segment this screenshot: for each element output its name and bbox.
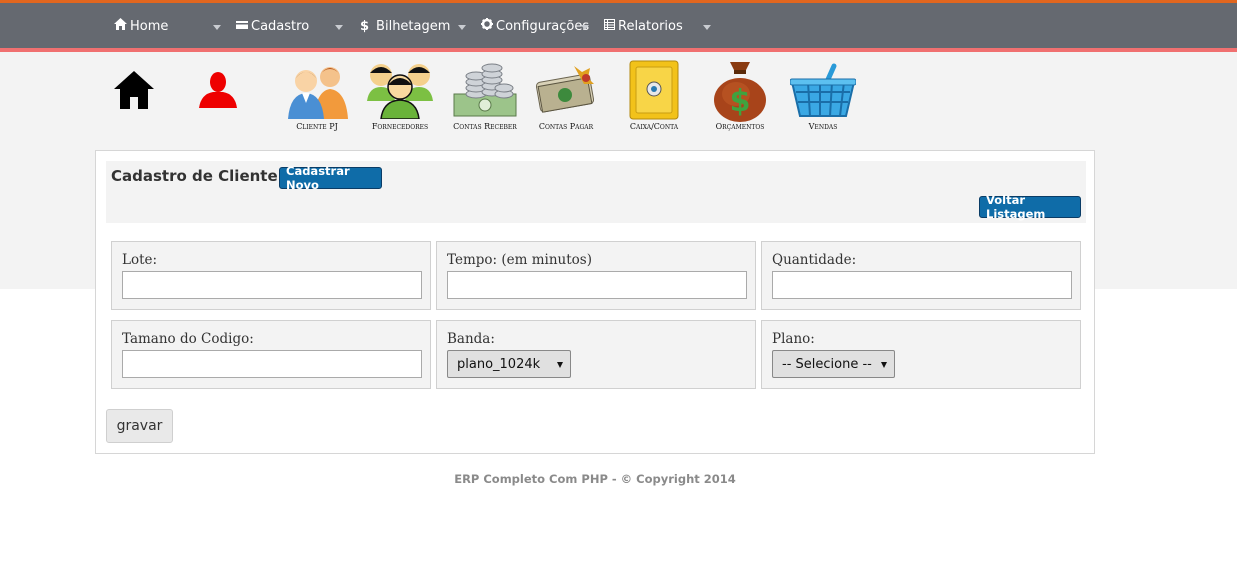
banda-select[interactable]: plano_1024k bbox=[447, 350, 571, 378]
nav-relatorios-label: Relatorios bbox=[618, 18, 683, 34]
nav-cadastro-label: Cadastro bbox=[251, 18, 310, 34]
shortcut-user[interactable] bbox=[178, 58, 258, 122]
lote-input[interactable] bbox=[122, 271, 422, 299]
field-plano: Plano: -- Selecione -- bbox=[761, 320, 1081, 389]
shortcut-contas-receber-label: Contas Receber bbox=[453, 122, 517, 131]
shortcut-caixa-conta-label: Caixa/Conta bbox=[629, 122, 679, 131]
shortcut-cliente-pj-label: Cliente PJ bbox=[296, 122, 338, 131]
shortcut-home[interactable] bbox=[94, 58, 174, 122]
tamanho-codigo-input[interactable] bbox=[122, 350, 422, 378]
banda-selected-value: plano_1024k bbox=[457, 356, 541, 372]
nav-home-label: Home bbox=[130, 18, 169, 34]
dollar-icon: $ bbox=[360, 18, 370, 34]
shortcut-fornecedores-label: Fornecedores bbox=[371, 122, 429, 131]
lote-label: Lote: bbox=[122, 252, 158, 268]
chevron-down-icon[interactable] bbox=[458, 25, 466, 30]
form-panel: Cadastro de Cliente: Cadastrar Novo Volt… bbox=[95, 150, 1095, 454]
field-tamanho-codigo: Tamano do Codigo: bbox=[111, 320, 431, 389]
quantidade-label: Quantidade: bbox=[772, 252, 857, 268]
tamanho-codigo-label: Tamano do Codigo: bbox=[122, 331, 254, 347]
chevron-down-icon[interactable] bbox=[335, 25, 343, 30]
gravar-button[interactable]: gravar bbox=[106, 409, 173, 443]
card-icon bbox=[236, 19, 248, 34]
suppliers-icon bbox=[360, 58, 440, 122]
coins-icon bbox=[445, 58, 525, 122]
shortcut-contas-receber[interactable]: Contas Receber bbox=[445, 58, 525, 131]
tempo-input[interactable] bbox=[447, 271, 747, 299]
nav-cadastro[interactable]: Cadastro bbox=[236, 16, 309, 36]
svg-text:$: $ bbox=[730, 84, 751, 119]
shortcut-orcamentos[interactable]: $ Orçamentos bbox=[700, 58, 780, 131]
shortcut-contas-pagar[interactable]: Contas Pagar bbox=[526, 58, 606, 131]
shortcut-fornecedores[interactable]: Fornecedores bbox=[360, 58, 440, 131]
money-bag-icon: $ bbox=[700, 58, 780, 122]
nav-relatorios[interactable]: Relatorios bbox=[604, 16, 683, 36]
cadastrar-novo-button[interactable]: Cadastrar Novo bbox=[279, 164, 382, 192]
footer-copyright: ERP Completo Com PHP - © Copyright 2014 bbox=[454, 472, 736, 486]
quantidade-input[interactable] bbox=[772, 271, 1072, 299]
clients-icon bbox=[277, 58, 357, 122]
nav-configuracoes[interactable]: Configurações bbox=[481, 16, 589, 36]
basket-icon bbox=[783, 58, 863, 122]
banda-label: Banda: bbox=[447, 331, 495, 347]
home-icon bbox=[94, 58, 174, 122]
dropdown-arrow-icon bbox=[557, 362, 563, 368]
chevron-down-icon[interactable] bbox=[581, 25, 589, 30]
gear-icon bbox=[481, 18, 493, 34]
shortcut-orcamentos-label: Orçamentos bbox=[715, 122, 765, 131]
tempo-label: Tempo: (em minutos) bbox=[447, 252, 592, 268]
shortcut-vendas-label: Vendas bbox=[808, 122, 838, 131]
shortcut-contas-pagar-label: Contas Pagar bbox=[538, 122, 594, 131]
shortcut-cliente-pj[interactable]: Cliente PJ bbox=[277, 58, 357, 131]
cash-icon bbox=[526, 58, 606, 122]
user-icon bbox=[178, 58, 258, 122]
chevron-down-icon[interactable] bbox=[213, 25, 221, 30]
dropdown-arrow-icon bbox=[881, 362, 887, 368]
safe-icon bbox=[614, 58, 694, 122]
shortcut-vendas[interactable]: Vendas bbox=[783, 58, 863, 131]
field-tempo: Tempo: (em minutos) bbox=[436, 241, 756, 310]
nav-bilhetagem[interactable]: $ Bilhetagem bbox=[360, 16, 450, 36]
nav-bilhetagem-label: Bilhetagem bbox=[376, 18, 451, 34]
field-quantidade: Quantidade: bbox=[761, 241, 1081, 310]
form-header: Cadastro de Cliente: Cadastrar Novo Volt… bbox=[106, 161, 1086, 223]
page-title: Cadastro de Cliente: bbox=[111, 167, 284, 185]
voltar-listagem-button[interactable]: Voltar Listagem bbox=[979, 193, 1081, 221]
chevron-down-icon[interactable] bbox=[703, 25, 711, 30]
plano-select[interactable]: -- Selecione -- bbox=[772, 350, 895, 378]
table-icon bbox=[604, 18, 615, 34]
nav-home[interactable]: Home bbox=[114, 16, 168, 36]
field-lote: Lote: bbox=[111, 241, 431, 310]
nav-configuracoes-label: Configurações bbox=[496, 18, 590, 34]
home-icon bbox=[114, 18, 127, 34]
plano-label: Plano: bbox=[772, 331, 815, 347]
top-navbar: Home Cadastro $ Bilhetagem Configurações… bbox=[0, 0, 1237, 52]
shortcut-caixa-conta[interactable]: Caixa/Conta bbox=[614, 58, 694, 131]
plano-selected-value: -- Selecione -- bbox=[782, 356, 872, 372]
field-banda: Banda: plano_1024k bbox=[436, 320, 756, 389]
